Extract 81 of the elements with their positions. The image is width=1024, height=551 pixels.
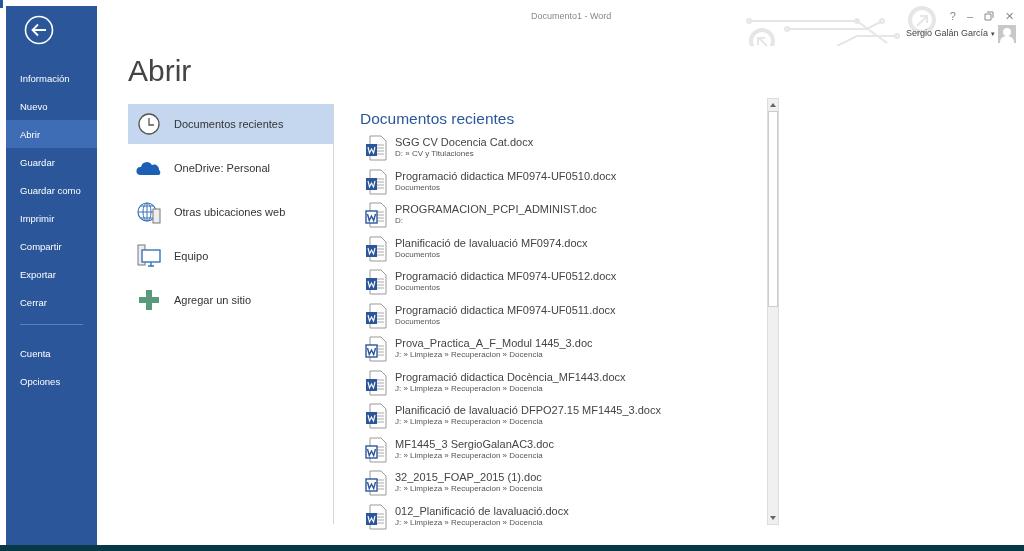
file-path: J: » Limpieza » Recuperacion » Docencia [395,350,544,361]
word-document-icon [365,302,387,329]
sidebar-item[interactable]: Información [6,64,97,92]
word-document-icon [365,269,387,296]
sidebar-item[interactable]: Guardar [6,148,97,176]
recent-file[interactable]: Programació didactica MF0974-UF0510.docx Documentos [360,167,780,202]
help-button[interactable]: ? [949,8,956,25]
word-document-icon [365,235,387,262]
word-document-icon [365,202,387,229]
sidebar-item[interactable]: Cerrar [6,288,97,316]
recent-file[interactable]: 32_2015_FOAP_2015 (1).doc J: » Limpieza » Recuperacion » Docencia [360,469,780,503]
plus-icon [136,287,162,313]
recent-file[interactable]: Programació didactica MF0974-UF0511.docx Documentos [360,301,780,336]
file-path: Documentos [395,182,441,193]
file-name: 012_Planificació de lavaluació.docx [395,504,569,518]
file-path: J: » Limpieza » Recuperacion » Docencia [395,417,544,428]
recent-file[interactable]: Prova_Practica_A_F_Modul 1445_3.doc J: » Limpieza » Recuperacion » Docencia [360,335,780,369]
recent-file[interactable]: Planificació de lavaluació MF0974.docx Documentos [360,234,780,269]
recent-file[interactable]: 012_Planificació de lavaluació.docx J: » Limpieza » Recuperacion » Docencia [360,502,780,537]
scrollbar[interactable] [767,98,779,525]
file-name: Programació didactica Docència_MF1443.docx [395,370,626,384]
recent-file[interactable]: SGG CV Docencia Cat.docx D: » CV y Titulaciones [360,134,780,168]
recent-file[interactable]: PROGRAMACION_PCPI_ADMINIST.doc D: [360,201,780,235]
file-name: SGG CV Docencia Cat.docx [395,136,534,150]
scroll-up-icon[interactable] [769,101,777,109]
section-title: Documentos recientes [360,109,516,129]
file-name: Programació didactica MF0974-UF0510.docx [395,169,617,183]
sidebar-item[interactable]: Guardar como [6,176,97,204]
word-document-icon [365,369,387,396]
sidebar-item[interactable]: Imprimir [6,204,97,232]
recent-file[interactable]: MF1445_3 SergioGalanAC3.doc J: » Limpieza » Recuperacion » Docencia [360,435,780,470]
word-document-icon [365,436,387,463]
avatar-icon [998,25,1016,43]
word-document-icon [365,503,387,530]
clock-icon [136,111,162,137]
file-name: PROGRAMACION_PCPI_ADMINIST.doc [395,203,597,217]
recent-file[interactable]: Planificació de lavaluació DFPO27.15 MF1445_3.docx J: » Limpieza » Recuperacion » Docencia [360,402,780,436]
recent-file[interactable]: Programació didactica MF0974-UF0512.docx Documentos [360,268,780,302]
word-document-icon [365,336,387,363]
back-icon[interactable] [24,15,54,45]
file-name: Programació didactica MF0974-UF0511.docx [395,303,616,317]
place-item[interactable]: Equipo [128,236,333,276]
file-name: Programació didactica MF0974-UF0512.docx [395,270,617,284]
close-button[interactable]: ✕ [1005,8,1014,25]
place-item[interactable]: Documentos recientes [128,104,333,144]
globe-icon [136,199,162,225]
window-title: Documento1 - Word [531,10,612,23]
word-document-icon [365,403,387,430]
file-path: Documentos [395,283,441,294]
file-path: Documentos [395,316,441,327]
sidebar-item[interactable]: Opciones [6,367,97,395]
file-path: D: » CV y Titulaciones [395,149,475,160]
place-item[interactable]: OneDrive: Personal [128,148,333,188]
sidebar-item[interactable]: Exportar [6,260,97,288]
word-document-icon [365,135,387,162]
sidebar-item[interactable]: Cuenta [6,339,97,367]
word-document-icon [365,470,387,497]
file-name: Planificació de lavaluació MF0974.docx [395,236,588,250]
scrollbar-thumb[interactable] [768,111,778,307]
recent-file[interactable]: Programació didactica Docència_MF1443.docx J: » Limpieza » Recuperacion » Docencia [360,368,780,403]
minimize-button[interactable]: – [966,8,973,25]
place-item[interactable]: Agregar un sitio [128,280,333,320]
file-path: D: [395,216,404,227]
file-name: 32_2015_FOAP_2015 (1).doc [395,471,543,485]
scroll-down-icon[interactable] [769,514,777,522]
file-path: J: » Limpieza » Recuperacion » Docencia [395,484,543,495]
file-path: J: » Limpieza » Recuperacion » Docencia [395,450,544,461]
file-name: MF1445_3 SergioGalanAC3.doc [395,437,554,451]
user-name[interactable]: Sergio Galán García [905,27,988,41]
file-name: Prova_Practica_A_F_Modul 1445_3.doc [395,337,593,351]
place-item[interactable]: Otras ubicaciones web [128,192,333,232]
page-title: Abrir [128,53,193,89]
file-path: J: » Limpieza » Recuperacion » Docencia [395,383,544,394]
file-path: Documentos [395,249,441,260]
file-path: J: » Limpieza » Recuperacion » Docencia [395,517,544,528]
sidebar-item[interactable]: Abrir [6,120,97,148]
word-document-icon [365,168,387,195]
file-name: Planificació de lavaluació DFPO27.15 MF1445_3.docx [395,404,661,418]
sidebar-item[interactable]: Compartir [6,232,97,260]
sidebar-item[interactable]: Nuevo [6,92,97,120]
computer-icon [136,243,162,269]
